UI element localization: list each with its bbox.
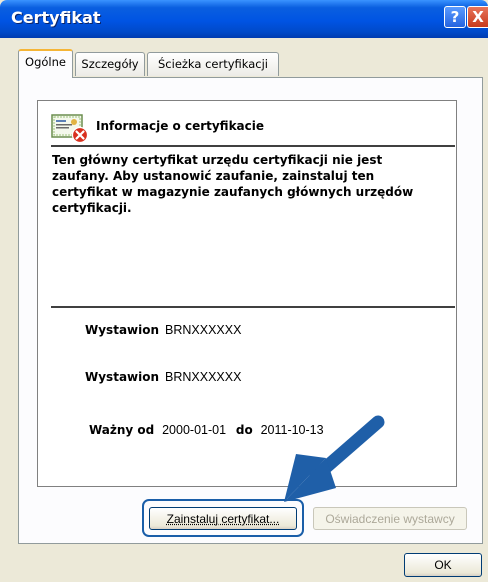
issued-by-value: BRNXXXXXX [165, 370, 242, 384]
issued-by-label: Wystawion [85, 370, 160, 384]
close-button[interactable]: X [467, 6, 488, 28]
certificate-status-text: Ten główny certyfikat urzędu certyfikacj… [52, 153, 414, 215]
divider-top [51, 145, 455, 147]
pointer-arrow-icon [284, 415, 385, 502]
valid-to-label: do [235, 423, 253, 437]
install-certificate-label: Zainstaluj certyfikat... [166, 511, 280, 526]
issued-to-label: Wystawion [85, 323, 160, 337]
certificate-error-icon [51, 114, 89, 143]
window-title: Certyfikat [11, 8, 101, 27]
install-certificate-button[interactable]: Zainstaluj certyfikat... [149, 507, 297, 530]
close-icon: X [472, 8, 484, 26]
tab-certification-path[interactable]: Ścieżka certyfikacji [147, 52, 279, 76]
title-bar[interactable]: Certyfikat ? X [0, 0, 488, 38]
tab-general[interactable]: Ogólne [18, 49, 73, 78]
valid-from-label: Ważny od [89, 423, 155, 437]
help-button[interactable]: ? [444, 6, 466, 28]
ok-button[interactable]: OK [404, 553, 482, 577]
issued-to-row: Wystawion BRNXXXXXX [85, 323, 241, 337]
issued-by-row: Wystawion BRNXXXXXX [85, 370, 241, 384]
valid-from-value: 2000-01-01 [162, 423, 227, 437]
divider-bottom [51, 306, 455, 308]
issued-to-value: BRNXXXXXX [165, 323, 242, 337]
issuer-statement-button[interactable]: Oświadczenie wystawcy [313, 507, 467, 530]
tab-details[interactable]: Szczegóły [75, 52, 145, 76]
help-icon: ? [450, 8, 460, 26]
certificate-dialog: Certyfikat ? X Ogólne Szczegóły Ścieżka … [0, 0, 488, 582]
info-heading: Informacje o certyfikacie [96, 119, 265, 133]
